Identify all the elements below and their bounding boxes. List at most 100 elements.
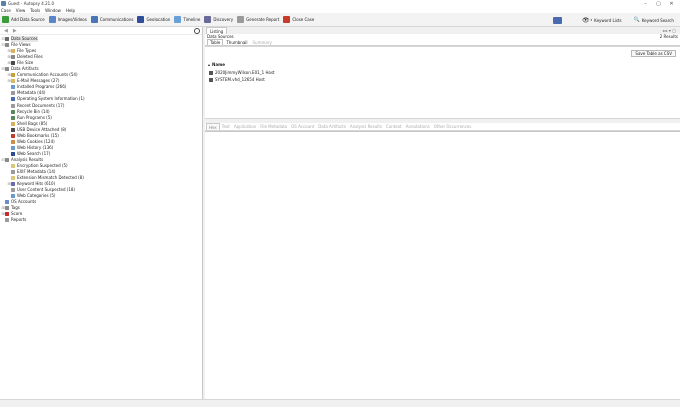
directory-tree: ⊟ Data Sources ⊟ File Views ⊞ File Types ⊞ Dele… [0,35,202,223]
tab-annotations[interactable]: Annotations [404,123,432,130]
tab-hex[interactable]: Hex [206,123,220,130]
tab-table[interactable]: Table [207,39,224,45]
tab-thumbnail[interactable]: Thumbnail [224,39,249,45]
column-header-name[interactable]: ▴ Name [208,62,225,67]
listing-tabbar: Listing ◂ ▸ ▾ ▢ [205,27,680,34]
report-button[interactable]: Generate Report [237,15,279,25]
close-case-icon [283,16,291,23]
tab-data-artifacts[interactable]: Data Artifacts [316,123,348,130]
os-icon [11,97,15,102]
table-row[interactable]: SYSTEM.vhd_12654 Host [209,77,265,82]
status-bar [0,399,680,407]
database-icon [5,37,9,42]
geolocation-icon [137,16,145,23]
eye-icon: 👁 [582,16,590,24]
deleted-files-icon [11,55,15,60]
disk-image-icon [209,70,213,75]
menu-window[interactable]: Window [45,8,61,13]
recycle-bin-icon [11,109,15,114]
images-button[interactable]: Images/Videos [48,15,87,25]
disk-image-icon [209,77,213,82]
run-programs-icon [11,115,15,120]
user-content-icon [11,188,15,193]
tree-item[interactable]: Reports [0,217,202,223]
content-viewer [205,131,680,399]
save-csv-button[interactable]: Save Table as CSV [631,50,676,57]
os-accounts-icon [5,200,9,205]
dropdown-icon: ▾ [590,18,593,22]
bookmark-icon [11,133,15,138]
web-history-icon [11,145,15,150]
discovery-icon [204,16,212,23]
tree-nav-row: ◀ ▶ [0,27,202,35]
menu-view[interactable]: View [16,8,26,13]
monitor-icon[interactable] [553,16,562,24]
menu-case[interactable]: Case [1,8,11,13]
cookie-icon [11,139,15,144]
right-panel: Listing ◂ ▸ ▾ ▢ Data Sources 2 Results T… [205,27,680,399]
menu-tools[interactable]: Tools [30,8,40,13]
autopsy-logo-icon [1,1,6,6]
images-icon [48,16,56,23]
tab-other-occurrences[interactable]: Other Occurrences [432,123,474,130]
add-button[interactable]: Add Data Source [2,15,45,25]
reports-icon [5,218,9,223]
account-icon [11,73,15,78]
web-search-icon [11,151,15,156]
keyword-lists-button[interactable]: 👁 ▾ Keyword Lists [582,17,622,24]
breadcrumb-row: Data Sources 2 Results [205,34,680,39]
tab-nav-icons[interactable]: ◂ ▸ ▾ ▢ [662,28,676,33]
tab-text[interactable]: Text [220,123,232,130]
geolocation-button[interactable]: Geolocation [137,15,170,25]
recent-docs-icon [11,103,15,108]
folder-icon [11,49,15,54]
metadata-icon [11,91,15,96]
maximize-button[interactable]: ▢ [652,0,665,7]
tab-summary[interactable]: Summary [251,39,274,45]
listing-tab[interactable]: Listing [206,27,228,34]
timeline-icon [174,16,182,23]
results-count: 2 Results [659,34,678,39]
timeline-button[interactable]: Timeline [174,15,200,25]
keyword-icon [11,182,15,187]
tags-icon [5,206,9,211]
tree-item-label: Reports [11,217,27,223]
tree-panel: ◀ ▶ ⊟ Data Sources ⊟ File Views ⊞ File Types ⊞… [0,27,203,399]
add-icon [2,16,9,23]
exif-icon [11,170,15,175]
tab-file-metadata[interactable]: File Metadata [258,123,289,130]
mismatch-icon [11,176,15,181]
window-title: Guest - Autopsy 4.21.0 [8,1,55,6]
tab-application[interactable]: Application [232,123,258,130]
view-subtabs: Table Thumbnail Summary [205,39,680,46]
encryption-icon [11,164,15,168]
minimize-button[interactable]: – [639,0,652,7]
breadcrumb: Data Sources [207,34,234,39]
communications-button[interactable]: Communications [90,15,133,25]
file-views-icon [5,43,9,48]
search-icon: 🔍 [633,17,640,23]
table-row[interactable]: 2020JimmyWilson.E01_1 Host [209,70,275,75]
tab-os-account[interactable]: OS Account [289,123,316,130]
toolbar-right: 👁 ▾ Keyword Lists 🔍 Keyword Search [553,13,674,27]
close-window-button[interactable]: ✕ [665,0,678,7]
gear-icon[interactable] [194,28,200,34]
artifacts-icon [5,67,9,72]
web-categories-icon [11,194,15,199]
back-arrow-icon[interactable]: ◀ [4,28,8,34]
forward-arrow-icon[interactable]: ▶ [13,28,17,34]
score-icon [5,212,9,217]
shell-bags-icon [11,121,15,126]
discovery-button[interactable]: Discovery [204,15,233,25]
sort-icon: ▴ [208,62,211,67]
window-controls: – ▢ ✕ [639,0,678,7]
report-icon [237,16,245,23]
tab-context[interactable]: Context [384,123,404,130]
close-case-button[interactable]: Close Case [283,15,314,25]
keyword-search-button[interactable]: 🔍 Keyword Search [634,17,674,23]
tab-analysis-results[interactable]: Analysis Results [348,123,384,130]
usb-icon [11,127,15,132]
communications-icon [90,16,98,23]
menu-help[interactable]: Help [66,8,75,13]
email-icon [11,79,15,84]
